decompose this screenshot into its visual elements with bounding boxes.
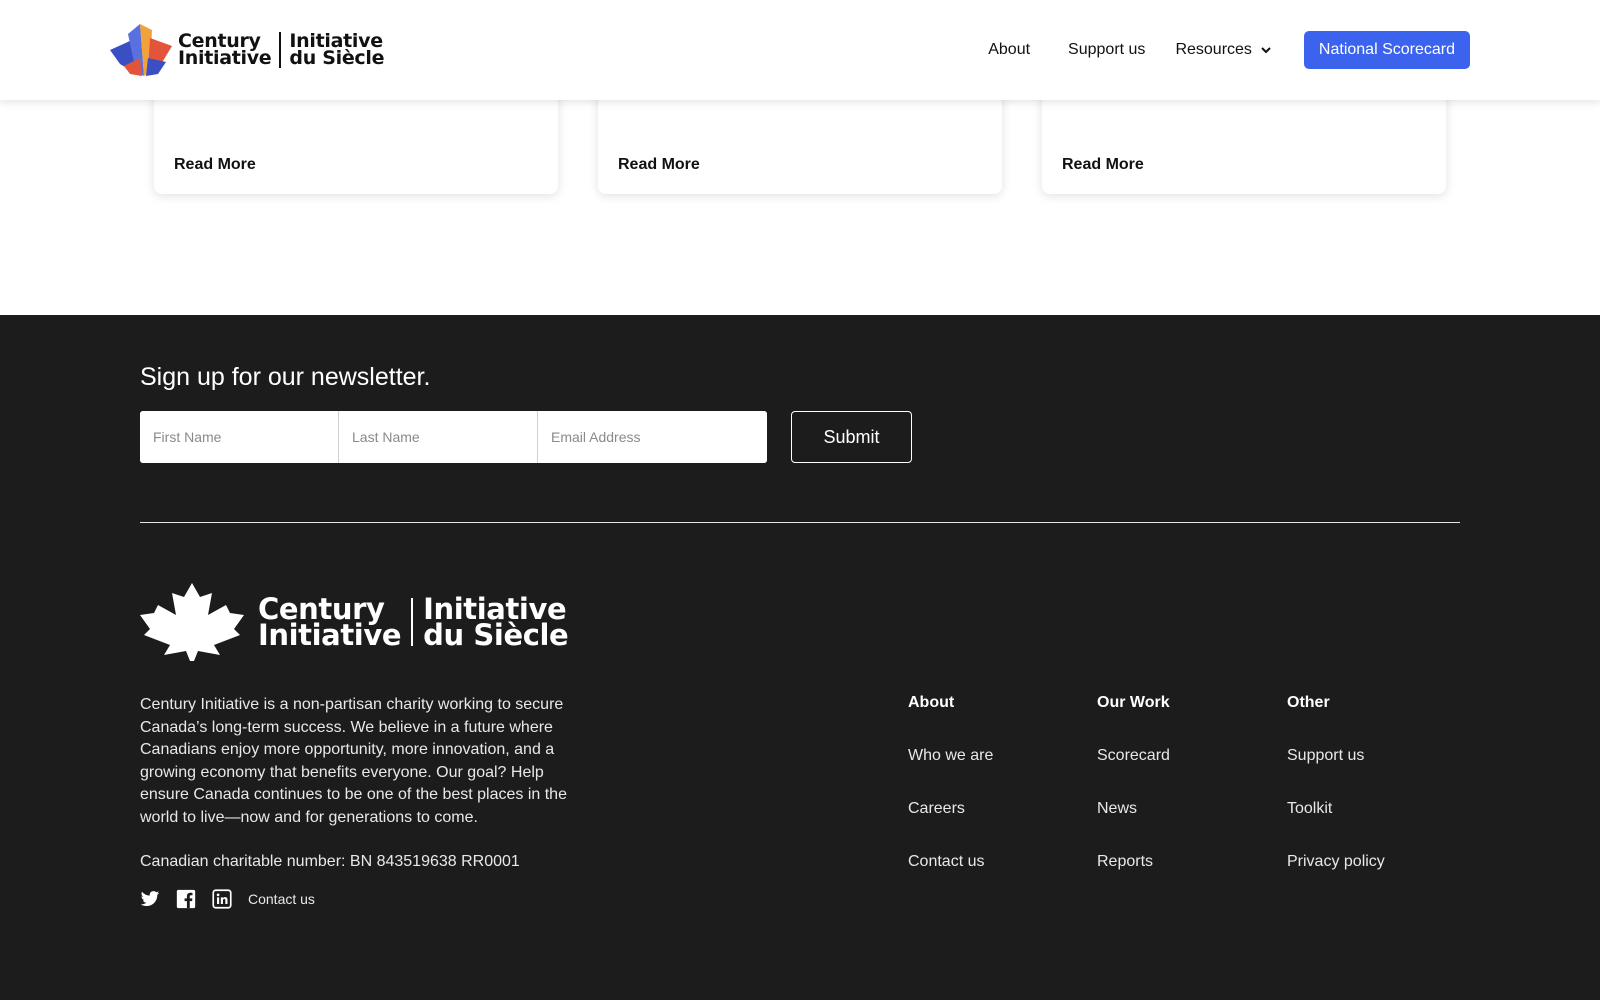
footer-column-heading: About	[908, 694, 955, 711]
main-nav: About Support us Resources National Scor…	[988, 31, 1470, 69]
footer-link-careers[interactable]: Careers	[908, 800, 993, 818]
footer-link-scorecard[interactable]: Scorecard	[1097, 747, 1170, 765]
footer-link-support-us[interactable]: Support us	[1287, 747, 1385, 765]
logo-english: Century Initiative	[178, 32, 272, 69]
footer-logo-separator	[411, 598, 414, 646]
social-contact-link[interactable]: Contact us	[248, 891, 315, 907]
newsletter-submit-button[interactable]: Submit	[791, 411, 912, 463]
site-logo[interactable]: Century Initiative Initiative du Siècle	[110, 24, 385, 76]
footer-divider	[140, 522, 1460, 523]
nav-support-us[interactable]: Support us	[1068, 41, 1145, 59]
footer-column-heading: Our Work	[1097, 694, 1170, 711]
logo-line: Initiative	[258, 618, 402, 652]
site-footer: Sign up for our newsletter. Submit Centu…	[0, 315, 1600, 1000]
charitable-number: Canadian charitable number: BN 843519638…	[140, 853, 520, 870]
last-name-input[interactable]	[339, 411, 538, 463]
nav-about[interactable]: About	[988, 41, 1030, 59]
footer-column-about: About Who we are Careers Contact us	[908, 694, 993, 906]
newsletter-title: Sign up for our newsletter.	[140, 363, 431, 391]
email-input[interactable]	[538, 411, 767, 463]
twitter-icon[interactable]	[140, 889, 160, 909]
logo-line: du Siècle	[423, 618, 569, 652]
facebook-icon[interactable]	[176, 889, 196, 909]
footer-logo-wordmark: Century Initiative Initiative du Siècle	[258, 595, 569, 652]
newsletter-form	[140, 411, 767, 463]
read-more-link[interactable]: Read More	[618, 156, 700, 174]
logo-line: du Siècle	[289, 47, 385, 69]
nav-resources-dropdown[interactable]: Resources	[1175, 41, 1271, 59]
footer-link-who-we-are[interactable]: Who we are	[908, 747, 993, 765]
first-name-input[interactable]	[140, 411, 339, 463]
footer-logo[interactable]: Century Initiative Initiative du Siècle	[140, 583, 569, 661]
linkedin-icon[interactable]	[212, 889, 232, 909]
footer-link-privacy-policy[interactable]: Privacy policy	[1287, 853, 1385, 871]
logo-line: Initiative	[178, 47, 272, 69]
footer-link-contact-us[interactable]: Contact us	[908, 853, 993, 871]
logo-wordmark: Century Initiative Initiative du Siècle	[178, 32, 385, 69]
footer-link-reports[interactable]: Reports	[1097, 853, 1170, 871]
nav-resources-label: Resources	[1175, 41, 1252, 58]
footer-link-toolkit[interactable]: Toolkit	[1287, 800, 1385, 818]
national-scorecard-button[interactable]: National Scorecard	[1303, 31, 1470, 69]
chevron-down-icon	[1261, 47, 1271, 54]
maple-leaf-logo-icon	[110, 24, 172, 76]
footer-column-other: Other Support us Toolkit Privacy policy	[1287, 694, 1385, 906]
read-more-link[interactable]: Read More	[174, 156, 256, 174]
logo-french: Initiative du Siècle	[289, 32, 385, 69]
footer-link-news[interactable]: News	[1097, 800, 1170, 818]
footer-column-our-work: Our Work Scorecard News Reports	[1097, 694, 1170, 906]
logo-separator	[279, 32, 282, 68]
footer-logo-english: Century Initiative	[258, 595, 402, 652]
maple-leaf-icon	[140, 583, 244, 661]
footer-description: Century Initiative is a non-partisan cha…	[140, 696, 567, 826]
read-more-link[interactable]: Read More	[1062, 156, 1144, 174]
site-header: Century Initiative Initiative du Siècle …	[0, 0, 1600, 100]
social-links: Contact us	[140, 889, 315, 909]
footer-logo-french: Initiative du Siècle	[423, 595, 569, 652]
footer-column-heading: Other	[1287, 694, 1330, 711]
